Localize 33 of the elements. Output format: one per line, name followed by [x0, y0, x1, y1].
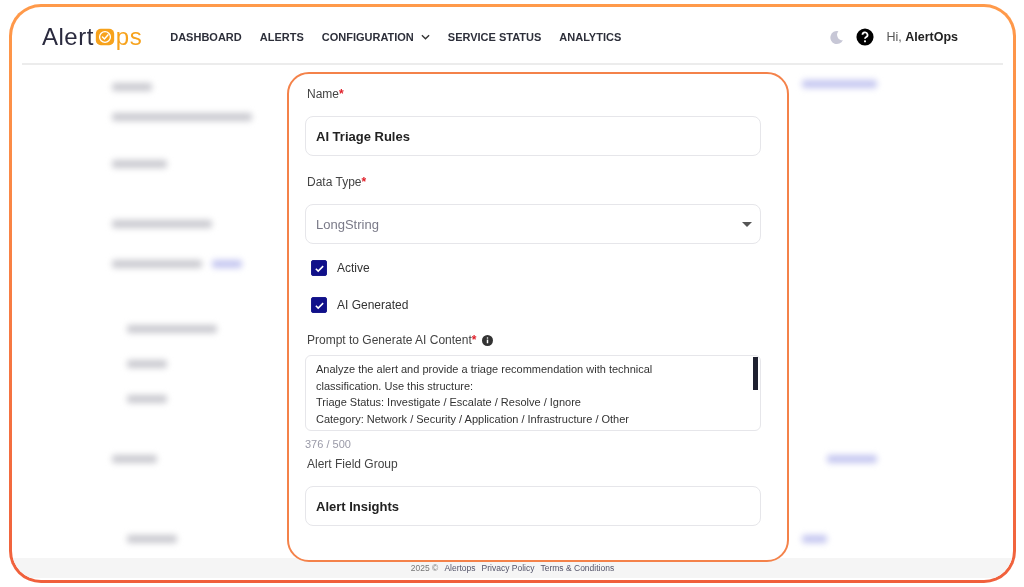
nav-link[interactable]: ALERTS: [259, 31, 304, 43]
logo-text: ps: [115, 23, 143, 51]
checkbox-label[interactable]: Active: [337, 261, 370, 275]
nav-link[interactable]: SERVICE STATUS: [447, 31, 542, 43]
character-counter: 376 / 500: [305, 438, 352, 450]
field-label: Name: [307, 87, 339, 101]
scrollbar-thumb[interactable]: [753, 357, 758, 390]
field-label: Data Type: [307, 175, 362, 189]
prompt-textarea[interactable]: Analyze the alert and provide a triage recommendation with technical classification. Use this structure: Triage Status: Investigate / Escalate / Resolve / Ignore Category: Network / Security / Application / Infrastructure / Other: [305, 355, 761, 431]
input-field[interactable]: Alert Insights: [305, 486, 761, 526]
field-label: Prompt to Generate AI Content: [307, 333, 472, 347]
footer-link[interactable]: Privacy Policy: [481, 563, 535, 573]
help-icon[interactable]: [856, 28, 875, 46]
footer-link[interactable]: Alertops: [444, 563, 476, 573]
checkbox-label[interactable]: AI Generated: [337, 298, 409, 312]
field-label: Alert Field Group: [307, 457, 398, 471]
nav-link[interactable]: ANALYTICS: [559, 31, 622, 43]
required-marker: *: [361, 175, 367, 189]
dropdown-field[interactable]: LongString: [305, 204, 761, 244]
checkbox[interactable]: [311, 260, 327, 276]
clock-icon: [94, 27, 115, 47]
dropdown-arrow-icon: [742, 221, 752, 227]
checkbox[interactable]: [311, 297, 327, 313]
footer-link[interactable]: Terms & Conditions: [540, 563, 615, 573]
nav-link[interactable]: DASHBOARD: [170, 31, 242, 43]
required-marker: *: [471, 333, 477, 347]
required-marker: *: [339, 87, 344, 101]
info-icon[interactable]: [482, 334, 494, 346]
copyright-text: 2025 ©: [410, 563, 439, 573]
input-field[interactable]: AI Triage Rules: [305, 116, 761, 156]
user-greeting[interactable]: Hi, AlertOps: [886, 30, 958, 44]
logo-text: Alert: [42, 23, 94, 51]
nav-link[interactable]: CONFIGURATION: [321, 31, 430, 43]
